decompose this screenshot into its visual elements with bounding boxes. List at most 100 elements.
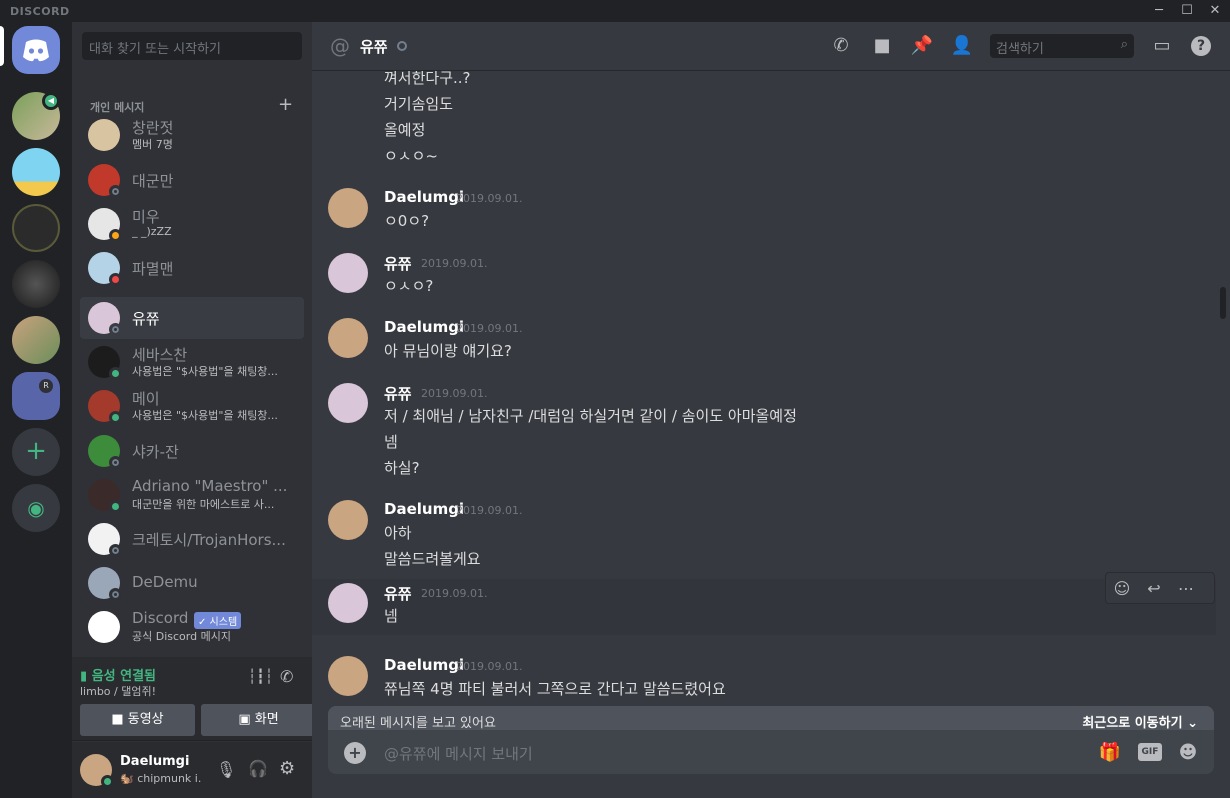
reply-icon[interactable]: ↩ [1144, 579, 1164, 599]
explore-servers-button[interactable]: ◉ [12, 484, 60, 532]
more-icon[interactable]: ⋯ [1176, 579, 1196, 599]
message-avatar[interactable] [328, 318, 368, 358]
noise-icon[interactable]: ┆┇┆ [248, 669, 273, 685]
dm-avatar [88, 611, 120, 643]
dm-item[interactable]: 대군만 [80, 159, 304, 201]
message-text: 넴 [384, 607, 398, 625]
dm-item[interactable]: 샤카-잔 [80, 430, 304, 472]
message-author[interactable]: 유쮸 [384, 383, 412, 404]
dm-name: 세바스찬 [132, 346, 188, 364]
message-text: 껴서한다구..? [384, 71, 471, 87]
dm-subtext: 대군만을 위한 마에스트로 사... [132, 498, 275, 511]
server-icon-5[interactable] [12, 316, 60, 364]
dm-item[interactable]: 미우 _ _)zZZ [80, 203, 304, 245]
add-reaction-icon[interactable]: ☺ [1112, 579, 1132, 599]
message-group[interactable]: Daelumgi 2019.09.01. 아하 말씀드려볼게요 [312, 500, 1216, 574]
call-icon[interactable]: ✆ [829, 34, 853, 58]
maximize-icon[interactable]: ☐ [1178, 2, 1196, 20]
chat-area: @ 유쮸 ✆ ■ 📌 👤 검색하기 ⌕ ▭ ? 껴서한다구..? 거기솜임도 올예정 ㅇ… [312, 22, 1230, 798]
scrollbar-thumb[interactable] [1220, 287, 1226, 319]
message-avatar[interactable] [328, 500, 368, 540]
selected-indicator [0, 26, 4, 66]
message-avatar[interactable] [328, 253, 368, 293]
header-search-input[interactable]: 검색하기 ⌕ [990, 34, 1134, 58]
message-author[interactable]: Daelumgi [384, 656, 464, 674]
old-messages-label: 오래된 메시지를 보고 있어요 [340, 716, 496, 731]
dm-name: 크레토시/TrojanHors... [132, 531, 286, 549]
message-avatar[interactable] [328, 188, 368, 228]
add-friend-icon[interactable]: 👤 [950, 34, 974, 58]
message-group[interactable]: 유쮸 2019.09.01. ㅇㅅㅇ? [312, 253, 1216, 301]
disconnect-icon[interactable]: ✆ [280, 667, 293, 686]
dm-item[interactable]: 세바스찬 사용법은 "$사용법"을 채팅창... [80, 341, 304, 383]
dm-name: 샤카-잔 [132, 443, 179, 461]
dm-item[interactable]: Discord ✓ 시스템 공식 Discord 메시지 [80, 606, 304, 648]
upload-plus-icon[interactable]: + [344, 742, 366, 764]
channel-header: @ 유쮸 ✆ ■ 📌 👤 검색하기 ⌕ ▭ ? [312, 22, 1230, 71]
dm-item[interactable]: DeDemu [80, 562, 304, 604]
pin-icon[interactable]: 📌 [910, 34, 934, 58]
headphones-icon[interactable]: 🎧 [248, 759, 268, 778]
screen-icon: ▣ [238, 712, 255, 727]
server-icon-3[interactable] [12, 204, 60, 252]
message-author[interactable]: 유쮸 [384, 583, 412, 604]
video-call-icon[interactable]: ■ [870, 34, 894, 58]
emoji-icon[interactable]: ☻ [1176, 741, 1200, 765]
screen-share-button[interactable]: ▣ 화면 [201, 704, 316, 736]
message-text: ㅇ0ㅇ? [384, 212, 430, 230]
dm-name: 창란젓 [132, 119, 174, 137]
server-icon-4[interactable] [12, 260, 60, 308]
message-group[interactable]: Daelumgi 2019.09.01. 쮸님쪽 4명 파티 불러서 그쪽으로 간다… [312, 656, 1216, 704]
dm-item[interactable]: 메이 사용법은 "$사용법"을 채팅창... [80, 385, 304, 427]
message-group[interactable]: 유쮸 2019.09.01. 넴 [312, 579, 1216, 635]
message-group[interactable]: Daelumgi 2019.09.01. ㅇ0ㅇ? [312, 188, 1216, 236]
message-author[interactable]: Daelumgi [384, 318, 464, 336]
message-timestamp: 2019.09.01. [456, 504, 523, 517]
message-avatar[interactable] [328, 583, 368, 623]
dm-item[interactable]: 유쮸 [80, 297, 304, 339]
message-composer[interactable]: + @유쮸에 메시지 보내기 🎁 GIF ☻ [328, 730, 1214, 774]
message-text: ㅇㅅㅇ? [384, 277, 434, 295]
message-author[interactable]: Daelumgi [384, 500, 464, 518]
message-input[interactable]: @유쮸에 메시지 보내기 [384, 743, 533, 764]
message-author[interactable]: Daelumgi [384, 188, 464, 206]
user-name: Daelumgi [120, 754, 190, 769]
dm-search-input[interactable]: 대화 찾기 또는 시작하기 [82, 32, 302, 60]
message-avatar[interactable] [328, 383, 368, 423]
dm-item[interactable]: 파멸맨 [80, 247, 304, 289]
gif-button[interactable]: GIF [1138, 743, 1162, 761]
jump-to-present-button[interactable]: 최근으로 이동하기 ⌄ [1082, 712, 1198, 731]
gift-icon[interactable]: 🎁 [1098, 741, 1122, 765]
message-text: 아하 [384, 524, 412, 542]
dm-item[interactable]: 크레토시/TrojanHors... [80, 518, 304, 560]
message-avatar[interactable] [328, 656, 368, 696]
voice-channel-name[interactable]: limbo / 댈엄쥐! [80, 683, 156, 699]
home-button[interactable] [12, 26, 60, 74]
message-group[interactable]: Daelumgi 2019.09.01. 아 뮤님이랑 얘기요? [312, 318, 1216, 366]
close-icon[interactable]: ✕ [1206, 2, 1224, 20]
at-icon: @ [330, 34, 350, 58]
minimize-icon[interactable]: ─ [1150, 2, 1168, 20]
scrollbar[interactable] [1216, 71, 1230, 704]
message-text: ㅇㅅㅇ~ [384, 147, 438, 165]
server-icon-2[interactable] [12, 148, 60, 196]
message-group[interactable]: 유쮸 2019.09.01. 저 / 최애님 / 남자친구 /대럼임 하실거면 같이… [312, 383, 1216, 483]
message-timestamp: 2019.09.01. [421, 257, 488, 270]
dm-item[interactable]: Adriano "Maestro" ... 대군만을 위한 마에스트로 사... [80, 474, 304, 516]
camera-icon: ■ [111, 712, 128, 727]
inbox-icon[interactable]: ▭ [1150, 34, 1174, 58]
status-dot [109, 229, 122, 242]
help-icon[interactable]: ? [1191, 36, 1211, 56]
create-dm-icon[interactable]: + [278, 94, 293, 115]
add-server-button[interactable]: + [12, 428, 60, 476]
dm-item[interactable]: 창란젓 멤버 7명 [80, 114, 304, 156]
message-timestamp: 2019.09.01. [421, 587, 488, 600]
dm-avatar [88, 119, 120, 151]
microphone-icon[interactable]: 🎙 [216, 760, 236, 779]
message-author[interactable]: 유쮸 [384, 253, 412, 274]
video-button[interactable]: ■ 동영상 [80, 704, 195, 736]
server-folder[interactable]: R [12, 372, 60, 420]
settings-gear-icon[interactable]: ⚙ [279, 758, 295, 779]
system-badge: ✓ 시스템 [194, 612, 242, 629]
dm-name: Adriano "Maestro" ... [132, 477, 288, 495]
